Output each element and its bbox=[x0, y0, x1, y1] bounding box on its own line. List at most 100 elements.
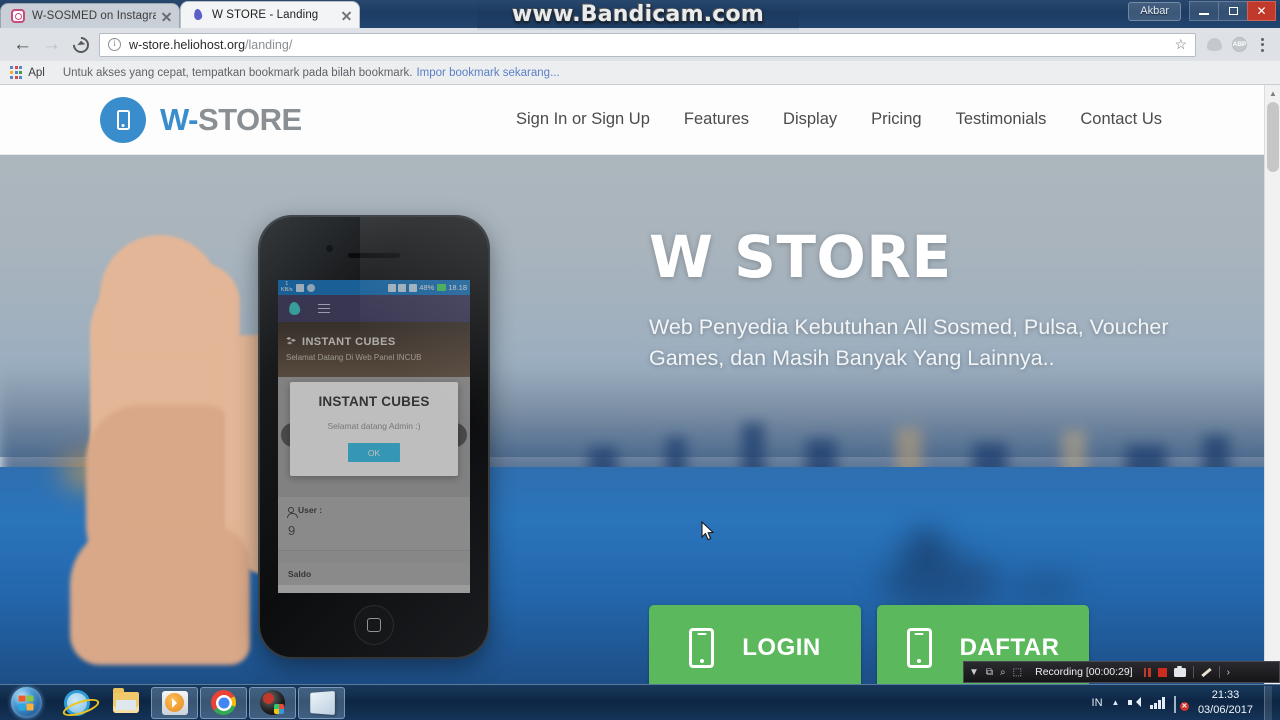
taskbar-item-bandicam[interactable] bbox=[249, 686, 296, 719]
ghostery-icon[interactable] bbox=[1202, 32, 1227, 57]
network-speed-indicator: 1 KB/s bbox=[281, 280, 293, 293]
minimize-button[interactable] bbox=[1189, 1, 1218, 21]
nav-item-display[interactable]: Display bbox=[783, 110, 837, 129]
window-controls: Akbar ✕ bbox=[1128, 1, 1276, 21]
front-camera-icon bbox=[326, 245, 333, 252]
back-button[interactable]: ← bbox=[8, 30, 37, 59]
cubes-icon bbox=[286, 337, 297, 345]
sim-icon bbox=[408, 283, 417, 292]
abp-icon[interactable]: ABP bbox=[1227, 32, 1252, 57]
nav-item-features[interactable]: Features bbox=[684, 110, 749, 129]
tab-title: W-SOSMED on Instagram bbox=[32, 10, 156, 22]
info-icon[interactable] bbox=[108, 38, 121, 51]
pencil-icon[interactable] bbox=[1200, 667, 1212, 677]
show-hidden-icon[interactable]: ▲ bbox=[1112, 698, 1120, 707]
network-signal-icon[interactable] bbox=[1150, 696, 1165, 709]
phone-icon bbox=[100, 96, 146, 143]
close-icon[interactable] bbox=[340, 9, 353, 22]
expand-icon[interactable]: › bbox=[1227, 667, 1230, 678]
browser-tab-instagram[interactable]: W-SOSMED on Instagram bbox=[0, 3, 180, 28]
magnifier-icon[interactable]: ⌕ bbox=[1000, 667, 1006, 678]
android-status-bar: 1 KB/s 48% 18.18 bbox=[278, 280, 470, 295]
site-logo[interactable]: W-STORE bbox=[100, 96, 302, 143]
window-icon[interactable]: ⧉ bbox=[986, 667, 993, 678]
brand-prefix: W- bbox=[160, 101, 198, 137]
scrollbar-thumb[interactable] bbox=[1267, 102, 1279, 172]
app-top-bar bbox=[278, 295, 470, 322]
bookmarks-hint: Untuk akses yang cepat, tempatkan bookma… bbox=[62, 66, 413, 79]
dialog-title: INSTANT CUBES bbox=[318, 394, 430, 409]
taskbar-clock[interactable]: 21:33 03/06/2017 bbox=[1196, 688, 1255, 716]
bookmark-star-icon[interactable]: ☆ bbox=[1174, 36, 1187, 53]
reload-button[interactable] bbox=[66, 30, 95, 59]
bookmark-apps-label[interactable]: Apl bbox=[28, 67, 45, 79]
browser-toolbar: ← → w-store.heliohost.org/landing/ ☆ ABP bbox=[0, 28, 1280, 61]
modal-overlay: « » INSTANT CUBES Selamat datang Admin :… bbox=[278, 377, 470, 497]
action-center-icon[interactable]: ✕ bbox=[1173, 696, 1189, 713]
taskbar-item-internet-explorer[interactable] bbox=[53, 687, 100, 719]
maximize-button[interactable] bbox=[1218, 1, 1247, 21]
welcome-dialog: INSTANT CUBES Selamat datang Admin :) OK bbox=[290, 382, 458, 476]
site-header: W-STORE Sign In or Sign Up Features Disp… bbox=[0, 85, 1280, 155]
stat-value: 9 bbox=[288, 523, 296, 538]
pause-icon[interactable] bbox=[1143, 667, 1151, 677]
panel-subtitle: Selamat Datang Di Web Panel INCUB bbox=[286, 353, 422, 362]
dropdown-icon[interactable]: ▼ bbox=[969, 667, 979, 678]
bookmarks-bar: Apl Untuk akses yang cepat, tempatkan bo… bbox=[0, 61, 1280, 85]
screen: W-SOSMED on Instagram W STORE - Landing … bbox=[0, 0, 1280, 720]
start-button[interactable] bbox=[0, 686, 52, 720]
bandicam-recording-bar: ▼ ⧉ ⌕ ⬚ Recording [00:00:29] › bbox=[963, 661, 1280, 683]
taskbar-item-windows-media-player[interactable] bbox=[151, 686, 198, 719]
forward-button[interactable]: → bbox=[37, 30, 66, 59]
recording-status: Recording [00:00:29] bbox=[1035, 666, 1133, 678]
home-button[interactable] bbox=[354, 605, 394, 645]
message-icon bbox=[295, 283, 304, 292]
browser-titlebar: W-SOSMED on Instagram W STORE - Landing … bbox=[0, 0, 1280, 30]
window-user-chip[interactable]: Akbar bbox=[1128, 1, 1181, 21]
phone-icon bbox=[906, 627, 932, 668]
taskbar-item-sticky-notes[interactable] bbox=[298, 686, 345, 719]
language-indicator[interactable]: IN bbox=[1092, 697, 1103, 709]
page-scrollbar[interactable]: ▲ bbox=[1264, 85, 1280, 684]
close-icon[interactable] bbox=[160, 10, 173, 23]
dialog-message: Selamat datang Admin :) bbox=[327, 421, 421, 431]
nav-item-signin[interactable]: Sign In or Sign Up bbox=[516, 110, 650, 129]
volume-icon[interactable] bbox=[1128, 697, 1142, 708]
region-icon[interactable]: ⬚ bbox=[1013, 667, 1022, 678]
hero-subtitle: Web Penyedia Kebutuhan All Sosmed, Pulsa… bbox=[649, 315, 1169, 370]
phone-device: 1 KB/s 48% 18.18 INSTANT CUBES Selamat D… bbox=[260, 217, 488, 657]
hand-holding-phone-image: 1 KB/s 48% 18.18 INSTANT CUBES Selamat D… bbox=[40, 155, 560, 684]
hamburger-icon[interactable] bbox=[318, 303, 330, 314]
bandicam-watermark: www.Bandicam.com bbox=[477, 0, 799, 30]
show-desktop-button[interactable] bbox=[1264, 685, 1272, 720]
apps-grid-icon[interactable] bbox=[10, 66, 23, 79]
nav-item-contact[interactable]: Contact Us bbox=[1080, 110, 1162, 129]
battery-icon bbox=[436, 284, 446, 291]
brand-suffix: STORE bbox=[197, 101, 302, 137]
stop-icon[interactable] bbox=[1157, 667, 1167, 677]
tab-strip: W-SOSMED on Instagram W STORE - Landing bbox=[0, 0, 360, 28]
signal-bars-icon bbox=[398, 283, 407, 292]
page-title: W STORE bbox=[649, 223, 952, 291]
nav-item-testimonials[interactable]: Testimonials bbox=[956, 110, 1047, 129]
login-button[interactable]: LOGIN bbox=[649, 605, 861, 684]
stat-label: Saldo bbox=[288, 569, 312, 579]
dialog-ok-button[interactable]: OK bbox=[348, 443, 400, 462]
screenshot-icon[interactable] bbox=[1173, 665, 1186, 677]
nav-item-pricing[interactable]: Pricing bbox=[871, 110, 921, 129]
address-bar[interactable]: w-store.heliohost.org/landing/ ☆ bbox=[99, 32, 1196, 57]
browser-tab-wstore[interactable]: W STORE - Landing bbox=[180, 1, 360, 28]
flame-icon bbox=[191, 8, 205, 22]
scroll-up-arrow[interactable]: ▲ bbox=[1265, 85, 1280, 101]
hero-text-block: W STORE Web Penyedia Kebutuhan All Sosme… bbox=[649, 228, 1169, 373]
import-bookmarks-link[interactable]: Impor bookmark sekarang... bbox=[416, 67, 559, 79]
brand-name: W-STORE bbox=[160, 102, 302, 138]
close-button[interactable]: ✕ bbox=[1247, 1, 1276, 21]
mouse-cursor bbox=[701, 521, 715, 541]
taskbar-item-file-explorer[interactable] bbox=[102, 687, 149, 719]
earpiece-speaker bbox=[348, 253, 400, 258]
flame-icon bbox=[288, 301, 301, 316]
taskbar-item-google-chrome[interactable] bbox=[200, 686, 247, 719]
chrome-menu-icon[interactable] bbox=[1252, 37, 1272, 52]
url-domain: w-store.heliohost.org bbox=[129, 37, 246, 52]
